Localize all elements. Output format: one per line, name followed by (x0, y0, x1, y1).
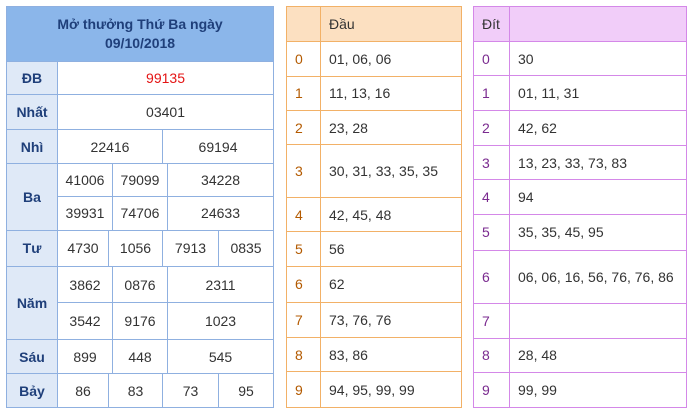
prize-label-bay: Bảy (6, 373, 58, 408)
prize-value-nam-6: 1023 (166, 301, 275, 340)
dau-key: 9 (286, 371, 321, 408)
dit-key: 8 (473, 337, 510, 374)
prize-value-ba-6: 24633 (166, 195, 275, 231)
prize-value-nam-4: 3542 (57, 301, 113, 340)
title-line-1: Mở thưởng Thứ Ba ngày (57, 15, 223, 32)
dit-key: 1 (473, 75, 510, 112)
dit-value (509, 302, 687, 339)
dau-value: 73, 76, 76 (320, 301, 462, 339)
dit-key: 6 (473, 249, 510, 304)
dau-key: 5 (286, 230, 321, 267)
prize-value-nhi-1: 22416 (57, 128, 163, 165)
dit-value: 94 (509, 179, 687, 216)
dit-value: 99, 99 (509, 372, 687, 408)
prize-value-tu-3: 7913 (163, 230, 220, 267)
dau-key: 8 (286, 337, 321, 373)
dau-value: 94, 95, 99, 99 (320, 371, 462, 408)
dau-value: 62 (320, 265, 462, 303)
prize-value-nam-3: 2311 (166, 266, 275, 303)
prize-value-nam-1: 3862 (57, 266, 113, 303)
dit-key: 4 (473, 179, 510, 216)
prize-value-bay-1: 86 (57, 373, 109, 408)
dau-value: 83, 86 (320, 337, 462, 373)
prize-value-nam-5: 9176 (112, 301, 168, 340)
results-table: Mở thưởng Thứ Ba ngày 09/10/2018 ĐB 9913… (5, 6, 275, 408)
prize-value-bay-4: 95 (238, 382, 254, 399)
prize-value-sau-2: 448 (112, 338, 168, 375)
dau-key: 1 (286, 75, 321, 112)
prize-label-nhat: Nhất (6, 94, 58, 130)
dit-value: 06, 06, 16, 56, 76, 76, 86 (509, 249, 687, 304)
dit-value: 01, 11, 31 (509, 75, 687, 112)
prize-value-nam-2: 0876 (112, 266, 168, 303)
dit-key: 7 (473, 302, 510, 339)
dit-value: 30 (509, 40, 687, 77)
prize-value-tu-4: 0835 (230, 240, 262, 257)
dit-header-blank (509, 6, 687, 42)
prize-value-ba-2: 79099 (112, 163, 168, 197)
dau-value: 01, 06, 06 (320, 40, 462, 77)
dau-value: 42, 45, 48 (320, 197, 462, 232)
dit-key: 3 (473, 144, 510, 181)
prize-value-bay-2: 83 (108, 373, 163, 408)
dit-key: 9 (473, 372, 510, 408)
dau-value: 23, 28 (320, 110, 462, 146)
prize-value-ba-4: 39931 (57, 195, 113, 231)
dit-value: 28, 48 (509, 337, 687, 374)
title-line-2: 09/10/2018 (104, 34, 176, 51)
dit-key: 5 (473, 214, 510, 251)
prize-label-nhi: Nhì (6, 128, 58, 165)
dit-value: 42, 62 (509, 110, 687, 146)
prize-value-tu-2: 1056 (108, 229, 163, 268)
results-title: Mở thưởng Thứ Ba ngày 09/10/2018 (5, 6, 275, 62)
prize-value-sau-3: 545 (166, 338, 275, 375)
prize-label-nam: Năm (6, 266, 58, 340)
prize-value-ba-1: 41006 (57, 163, 113, 197)
dau-value: 11, 13, 16 (320, 75, 462, 112)
dit-value: 13, 23, 33, 73, 83 (509, 144, 687, 181)
dit-table: Đít 0 30 1 01, 11, 31 2 42, 62 3 13, 23, 33,… (473, 6, 687, 408)
prize-label-ba: Ba (6, 163, 58, 231)
dau-key: 0 (286, 40, 321, 77)
prize-value-ba-5: 74706 (112, 195, 168, 231)
prize-value-sau-1: 899 (57, 338, 113, 375)
prize-value-nhat: 03401 (56, 94, 275, 130)
prize-value-ba-3: 34228 (166, 163, 275, 197)
dau-header-label: Đầu (320, 6, 462, 42)
prize-label-db: ĐB (6, 60, 58, 96)
dau-key: 3 (286, 144, 321, 199)
dau-value: 56 (320, 230, 462, 267)
dau-key: 7 (286, 301, 321, 339)
prize-value-bay-3: 73 (163, 374, 220, 407)
dit-key: 2 (473, 110, 510, 146)
dau-key: 4 (286, 197, 321, 232)
dau-table: Đầu 0 01, 06, 06 1 11, 13, 16 2 23, 28 3 30,… (286, 6, 462, 408)
dit-key: 0 (473, 40, 510, 77)
prize-value-nhi-2: 69194 (161, 128, 275, 165)
prize-label-tu: Tư (6, 229, 58, 268)
prize-value-tu-1: 4730 (57, 229, 109, 268)
dau-header-blank (286, 6, 321, 42)
dit-header-label: Đít (473, 6, 510, 42)
dit-value: 35, 35, 45, 95 (509, 214, 687, 251)
dau-value: 30, 31, 33, 35, 35 (320, 144, 462, 199)
prize-value-db: 99135 (56, 60, 275, 96)
dau-key: 6 (286, 265, 321, 303)
prize-label-sau: Sáu (6, 338, 58, 375)
dau-key: 2 (286, 110, 321, 146)
